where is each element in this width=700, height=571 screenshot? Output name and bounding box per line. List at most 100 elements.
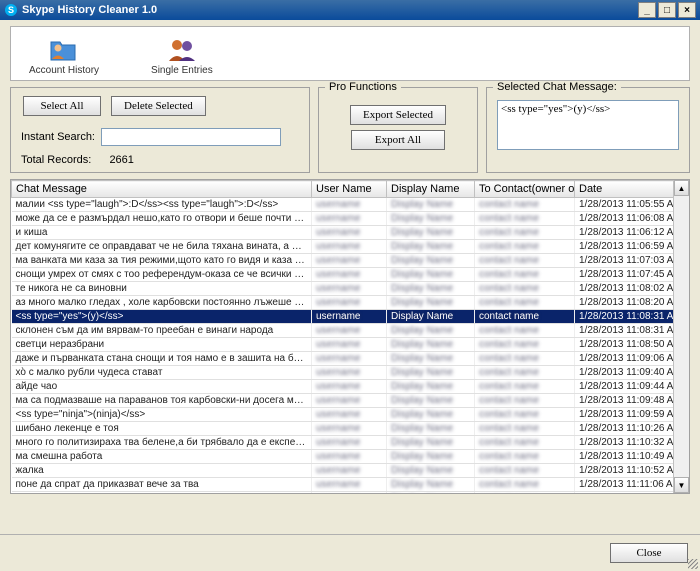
cell-date: 1/28/2013 11:08:50 AM — [575, 338, 674, 352]
cell-to-contact: contact name — [475, 296, 575, 310]
scroll-down-icon[interactable]: ▼ — [674, 477, 689, 493]
vertical-scrollbar[interactable]: ▲ ▼ — [673, 180, 689, 493]
cell-date: 1/28/2013 11:08:02 AM — [575, 282, 674, 296]
close-button[interactable]: Close — [610, 543, 688, 563]
single-entries-label: Single Entries — [151, 65, 213, 76]
cell-to-contact: contact name — [475, 380, 575, 394]
cell-date: 1/28/2013 11:11:18 AM — [575, 492, 674, 494]
cell-display-name: Display Name — [387, 212, 475, 226]
scroll-track[interactable] — [674, 196, 689, 477]
cell-chat-message: поне да спрат да приказват вече за тва — [12, 478, 312, 492]
single-entries-button[interactable]: Single Entries — [145, 33, 219, 78]
table-row[interactable]: ма ванката ми каза за тия режими,щото ка… — [12, 254, 674, 268]
cell-date: 1/28/2013 11:11:06 AM — [575, 478, 674, 492]
cell-chat-message: много го политизираха тва белене,а би тр… — [12, 436, 312, 450]
export-selected-button[interactable]: Export Selected — [350, 105, 446, 125]
cell-display-name: Display Name — [387, 226, 475, 240]
cell-user-name: username — [312, 198, 387, 212]
cell-user-name: username — [312, 408, 387, 422]
main-toolbar: Account History Single Entries — [10, 26, 690, 81]
table-row[interactable]: ма са подмазваше на параванов тоя карбов… — [12, 394, 674, 408]
col-date[interactable]: Date — [575, 181, 674, 198]
table-row[interactable]: може да се е размърдал нешо,като го отво… — [12, 212, 674, 226]
col-to-contact[interactable]: To Contact(owner only) — [475, 181, 575, 198]
cell-user-name: username — [312, 366, 387, 380]
table-row[interactable]: даже и първанката стана снощи и тоя намо… — [12, 352, 674, 366]
cell-display-name: Display Name — [387, 394, 475, 408]
table-row[interactable]: поне да спрат да приказват вече за тваus… — [12, 478, 674, 492]
cell-to-contact: contact name — [475, 436, 575, 450]
app-icon: S — [4, 3, 18, 17]
maximize-button[interactable]: □ — [658, 2, 676, 18]
cell-date: 1/28/2013 11:10:26 AM — [575, 422, 674, 436]
table-row[interactable]: аз много малко гледах , холе карбовски п… — [12, 296, 674, 310]
selected-message-label: Selected Chat Message: — [493, 81, 621, 93]
cell-date: 1/28/2013 11:10:49 AM — [575, 450, 674, 464]
col-user-name[interactable]: User Name — [312, 181, 387, 198]
cell-user-name: username — [312, 282, 387, 296]
table-row[interactable]: шибано лекенце е тояusernameDisplay Name… — [12, 422, 674, 436]
table-row[interactable]: светци неразбраниusernameDisplay Namecon… — [12, 338, 674, 352]
table-row[interactable]: <ss type="yes">(y)</ss>usernameDisplay N… — [12, 310, 674, 324]
cell-date: 1/28/2013 11:06:12 AM — [575, 226, 674, 240]
minimize-button[interactable]: _ — [638, 2, 656, 18]
selection-panel: Select All Delete Selected Instant Searc… — [10, 87, 310, 173]
cell-user-name: username — [312, 352, 387, 366]
table-row[interactable]: много го политизираха тва белене,а би тр… — [12, 436, 674, 450]
cell-chat-message: хо̀ с малко рубли чудеса стават — [12, 366, 312, 380]
table-row[interactable]: снощи умрех от смях с тоо референдум-ока… — [12, 268, 674, 282]
close-window-button[interactable]: × — [678, 2, 696, 18]
cell-user-name: username — [312, 380, 387, 394]
cell-chat-message: снощи умрех от смях с тоо референдум-ока… — [12, 268, 312, 282]
search-input[interactable] — [101, 128, 281, 146]
cell-display-name: Display Name — [387, 310, 475, 324]
table-row[interactable]: малии <ss type="laugh">:D</ss><ss type="… — [12, 198, 674, 212]
cell-chat-message: се едно друго няма в тая държава — [12, 492, 312, 494]
table-row[interactable]: дет комунягите се оправдават че не била … — [12, 240, 674, 254]
cell-to-contact: contact name — [475, 464, 575, 478]
col-chat-message[interactable]: Chat Message — [12, 181, 312, 198]
select-all-button[interactable]: Select All — [23, 96, 101, 116]
cell-date: 1/28/2013 11:07:03 AM — [575, 254, 674, 268]
col-display-name[interactable]: Display Name — [387, 181, 475, 198]
cell-to-contact: contact name — [475, 338, 575, 352]
table-row[interactable]: <ss type="ninja">(ninja)</ss>usernameDis… — [12, 408, 674, 422]
cell-display-name: Display Name — [387, 450, 475, 464]
cell-to-contact: contact name — [475, 282, 575, 296]
delete-selected-button[interactable]: Delete Selected — [111, 96, 206, 116]
cell-chat-message: и киша — [12, 226, 312, 240]
table-row[interactable]: хо̀ с малко рубли чудеса ставатusernameD… — [12, 366, 674, 380]
cell-to-contact: contact name — [475, 324, 575, 338]
cell-user-name: username — [312, 226, 387, 240]
cell-date: 1/28/2013 11:10:32 AM — [575, 436, 674, 450]
cell-to-contact: contact name — [475, 352, 575, 366]
cell-user-name: username — [312, 422, 387, 436]
cell-to-contact: contact name — [475, 408, 575, 422]
selected-message-textarea[interactable]: <ss type="yes">(y)</ss> — [497, 100, 679, 150]
table-row[interactable]: жалкаusernameDisplay Namecontact name1/2… — [12, 464, 674, 478]
cell-display-name: Display Name — [387, 240, 475, 254]
table-row[interactable]: и кишаusernameDisplay Namecontact name1/… — [12, 226, 674, 240]
cell-display-name: Display Name — [387, 198, 475, 212]
cell-to-contact: contact name — [475, 492, 575, 494]
cell-user-name: username — [312, 254, 387, 268]
table-row[interactable]: те никога не са виновниusernameDisplay N… — [12, 282, 674, 296]
table-row[interactable]: ма смешна работаusernameDisplay Namecont… — [12, 450, 674, 464]
resize-grip[interactable] — [686, 557, 698, 569]
table-row[interactable]: се едно друго няма в тая държаваusername… — [12, 492, 674, 494]
account-history-label: Account History — [29, 65, 99, 76]
account-history-button[interactable]: Account History — [23, 33, 105, 78]
svg-text:S: S — [8, 5, 14, 15]
cell-display-name: Display Name — [387, 366, 475, 380]
export-all-button[interactable]: Export All — [351, 130, 445, 150]
cell-display-name: Display Name — [387, 296, 475, 310]
cell-to-contact: contact name — [475, 212, 575, 226]
window-title: Skype History Cleaner 1.0 — [22, 4, 157, 16]
table-row[interactable]: айде чаоusernameDisplay Namecontact name… — [12, 380, 674, 394]
records-grid: Chat Message User Name Display Name To C… — [10, 179, 690, 494]
cell-chat-message: <ss type="ninja">(ninja)</ss> — [12, 408, 312, 422]
cell-chat-message: жалка — [12, 464, 312, 478]
table-row[interactable]: склонен съм да им вярвам-то преебан е ви… — [12, 324, 674, 338]
scroll-up-icon[interactable]: ▲ — [674, 180, 689, 196]
cell-to-contact: contact name — [475, 478, 575, 492]
